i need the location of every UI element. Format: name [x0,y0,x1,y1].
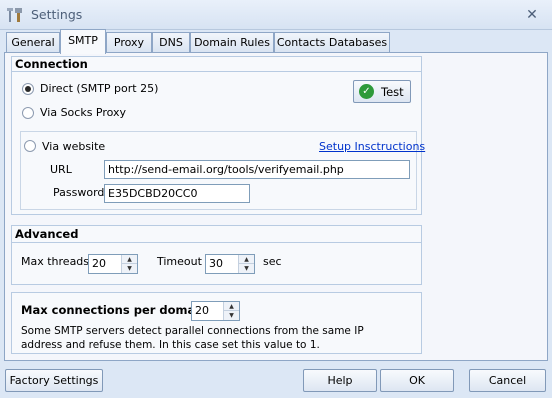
socks-proxy-radio[interactable] [22,107,34,119]
max-connections-value: 20 [195,304,209,317]
direct-label: Direct (SMTP port 25) [40,82,159,95]
help-button[interactable]: Help [303,369,377,392]
settings-tools-icon [7,8,22,22]
timeout-unit: sec [263,255,282,268]
timeout-spin-buttons: ▲ ▼ [238,255,254,273]
max-connections-down-arrow-icon[interactable]: ▼ [224,311,239,320]
tab-dns[interactable]: DNS [152,32,190,53]
connection-divider [12,71,421,72]
max-connections-stepper[interactable]: 20 ▲ ▼ [191,301,240,321]
via-website-radio[interactable] [24,140,36,152]
ok-button[interactable]: OK [380,369,454,392]
window-title: Settings [31,7,83,22]
advanced-title: Advanced [15,227,79,241]
max-threads-spin-buttons: ▲ ▼ [121,255,137,273]
max-threads-down-arrow-icon[interactable]: ▼ [122,264,137,273]
tab-domain-rules[interactable]: Domain Rules [190,32,274,53]
url-field[interactable]: http://send-email.org/tools/verifyemail.… [104,160,410,179]
factory-settings-button[interactable]: Factory Settings [5,369,103,392]
password-label: Password [53,186,105,199]
tab-contacts-databases[interactable]: Contacts Databases [274,32,390,53]
timeout-value: 30 [209,257,223,270]
test-button-label: Test [381,85,404,99]
timeout-stepper[interactable]: 30 ▲ ▼ [205,254,255,274]
title-bar: Settings ✕ [0,0,552,30]
tab-general[interactable]: General [6,32,60,53]
direct-radio[interactable] [22,83,34,95]
timeout-up-arrow-icon[interactable]: ▲ [239,255,254,264]
tab-smtp[interactable]: SMTP [60,29,106,54]
password-field[interactable]: E35DCBD20CC0 [104,184,250,203]
tab-proxy[interactable]: Proxy [106,32,152,53]
max-threads-up-arrow-icon[interactable]: ▲ [122,255,137,264]
connection-title: Connection [15,57,88,71]
close-button[interactable]: ✕ [521,5,543,25]
via-website-label: Via website [42,140,106,153]
cancel-button[interactable]: Cancel [469,369,546,392]
max-threads-value: 20 [92,257,106,270]
green-check-icon: ✓ [359,84,374,99]
max-threads-stepper[interactable]: 20 ▲ ▼ [88,254,138,274]
timeout-down-arrow-icon[interactable]: ▼ [239,264,254,273]
setup-instructions-link[interactable]: Setup Insctructions [319,140,425,153]
timeout-label: Timeout [157,255,202,268]
socks-proxy-label: Via Socks Proxy [40,106,127,119]
url-label: URL [50,163,72,176]
test-button[interactable]: ✓ Test [353,80,411,103]
max-connections-spin-buttons: ▲ ▼ [223,302,239,320]
max-connections-description-line2: address and refuse them. In this case se… [21,339,320,351]
max-connections-description-line1: Some SMTP servers detect parallel connec… [21,325,364,337]
max-threads-label: Max threads [21,255,90,268]
max-connections-title: Max connections per domain [21,303,208,317]
advanced-divider [12,242,421,243]
max-connections-up-arrow-icon[interactable]: ▲ [224,302,239,311]
